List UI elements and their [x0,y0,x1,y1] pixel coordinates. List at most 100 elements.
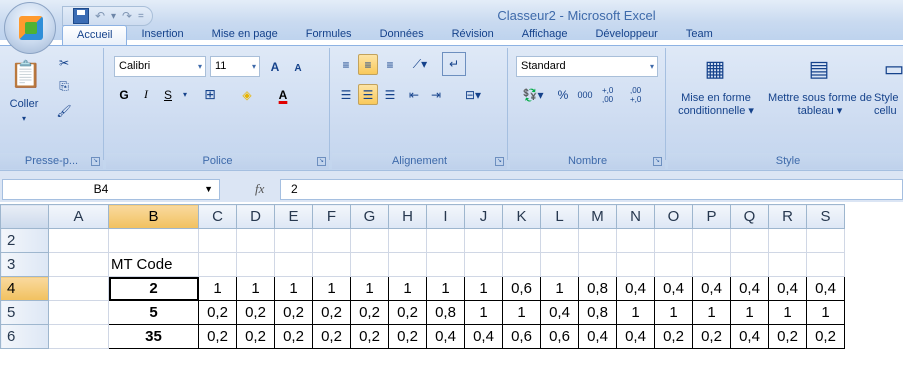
cell-m6[interactable]: 0,4 [578,324,617,349]
cell-i4[interactable]: 1 [426,276,465,301]
cell-n5[interactable]: 1 [616,300,655,325]
cell-b5[interactable]: 5 [108,300,199,325]
cell-s2[interactable] [806,228,845,253]
customize-qat-button[interactable]: = [138,11,144,22]
cell-f3[interactable] [312,252,351,277]
cell-b4[interactable]: 2 [108,276,199,301]
cell-k4[interactable]: 0,6 [502,276,541,301]
cell-b2[interactable] [108,228,199,253]
align-top-icon[interactable]: ≡ [336,54,356,75]
cell-f6[interactable]: 0,2 [312,324,351,349]
cell-n3[interactable] [616,252,655,277]
cell-s5[interactable]: 1 [806,300,845,325]
cell-b3[interactable]: MT Code [108,252,199,277]
cell-j6[interactable]: 0,4 [464,324,503,349]
cell-n6[interactable]: 0,4 [616,324,655,349]
column-header-j[interactable]: J [464,204,503,229]
cell-q3[interactable] [730,252,769,277]
tab-8[interactable]: Team [672,25,727,45]
cell-o2[interactable] [654,228,693,253]
cell-r6[interactable]: 0,2 [768,324,807,349]
cell-j5[interactable]: 1 [464,300,503,325]
orientation-icon[interactable]: ⟋▾ [406,54,434,75]
tab-7[interactable]: Développeur [581,25,671,45]
column-header-i[interactable]: I [426,204,465,229]
cell-l2[interactable] [540,228,579,253]
accounting-format-icon[interactable]: 💱▾ [516,84,550,105]
cell-h4[interactable]: 1 [388,276,427,301]
select-all-button[interactable] [0,204,49,229]
cell-f2[interactable] [312,228,351,253]
wrap-text-icon[interactable]: ↵ [442,52,466,76]
column-header-s[interactable]: S [806,204,845,229]
column-header-o[interactable]: O [654,204,693,229]
merge-center-icon[interactable]: ⊟▾ [456,84,490,105]
cell-d3[interactable] [236,252,275,277]
cell-l3[interactable] [540,252,579,277]
cell-a2[interactable] [48,228,109,253]
cell-m3[interactable] [578,252,617,277]
increase-decimal-button[interactable]: +,0 ,00 [602,84,626,105]
fill-color-icon[interactable]: ◈ [230,84,264,105]
tab-1[interactable]: Insertion [127,25,197,45]
column-header-a[interactable]: A [48,204,109,229]
decrease-indent-icon[interactable]: ⇤ [404,84,424,105]
tab-6[interactable]: Affichage [508,25,582,45]
cell-n2[interactable] [616,228,655,253]
font-launcher-icon[interactable]: ↘ [317,157,326,166]
row-header-3[interactable]: 3 [0,252,49,277]
insert-function-icon[interactable]: fx [225,179,275,200]
italic-button[interactable]: I [136,84,156,105]
format-as-table-button[interactable]: Mettre sous forme de tableau ▾ [768,92,872,118]
cell-g3[interactable] [350,252,389,277]
cell-p5[interactable]: 1 [692,300,731,325]
column-header-b[interactable]: B [108,204,199,229]
cell-q6[interactable]: 0,4 [730,324,769,349]
cell-g2[interactable] [350,228,389,253]
cell-l4[interactable]: 1 [540,276,579,301]
paste-icon[interactable]: 📋 [8,54,44,94]
cell-q5[interactable]: 1 [730,300,769,325]
paste-button[interactable]: Coller [2,98,46,111]
cell-g4[interactable]: 1 [350,276,389,301]
cell-c6[interactable]: 0,2 [198,324,237,349]
cell-a4[interactable] [48,276,109,301]
cell-i6[interactable]: 0,4 [426,324,465,349]
tab-0[interactable]: Accueil [62,25,128,45]
column-header-k[interactable]: K [502,204,541,229]
align-middle-icon[interactable]: ≡ [358,54,378,75]
cell-c5[interactable]: 0,2 [198,300,237,325]
cell-r3[interactable] [768,252,807,277]
cell-c2[interactable] [198,228,237,253]
cell-c4[interactable]: 1 [198,276,237,301]
column-header-h[interactable]: H [388,204,427,229]
cell-j2[interactable] [464,228,503,253]
font-size-select[interactable]: 11 ▾ [210,56,260,77]
row-header-4[interactable]: 4 [0,276,49,301]
font-color-button[interactable]: A [266,84,300,105]
cell-i5[interactable]: 0,8 [426,300,465,325]
save-icon[interactable] [73,8,89,24]
column-header-q[interactable]: Q [730,204,769,229]
tab-3[interactable]: Formules [292,25,366,45]
borders-icon[interactable]: ⊞ [196,84,224,105]
tab-5[interactable]: Révision [438,25,508,45]
cell-k5[interactable]: 1 [502,300,541,325]
cell-h3[interactable] [388,252,427,277]
conditional-format-button[interactable]: Mise en forme conditionnelle ▾ [668,92,764,118]
row-header-6[interactable]: 6 [0,324,49,349]
redo-icon[interactable]: ↷ [119,8,135,24]
cell-styles-icon[interactable]: ▭ [882,52,903,86]
formula-input[interactable]: 2 [280,179,903,200]
cell-k3[interactable] [502,252,541,277]
alignment-launcher-icon[interactable]: ↘ [495,157,504,166]
align-bottom-icon[interactable]: ≡ [380,54,400,75]
cell-r4[interactable]: 0,4 [768,276,807,301]
row-header-5[interactable]: 5 [0,300,49,325]
cell-s3[interactable] [806,252,845,277]
tab-4[interactable]: Données [366,25,438,45]
percent-button[interactable]: % [554,84,572,105]
column-header-l[interactable]: L [540,204,579,229]
column-header-p[interactable]: P [692,204,731,229]
align-center-icon[interactable]: ☰ [358,84,378,105]
